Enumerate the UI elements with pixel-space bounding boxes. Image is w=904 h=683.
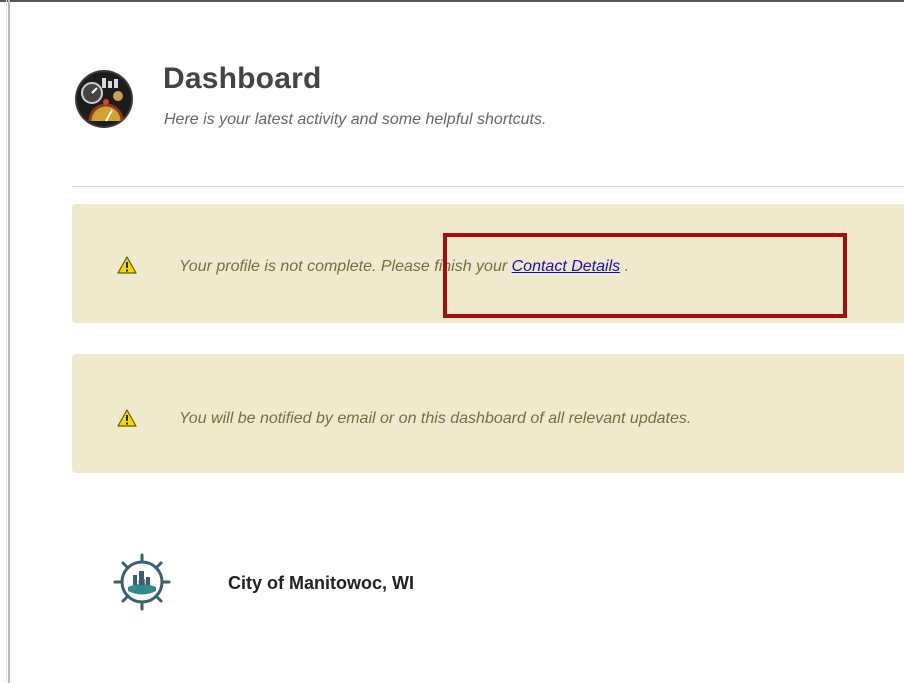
annotation-highlight-box xyxy=(443,233,847,318)
dashboard-gauge-icon xyxy=(72,66,136,132)
notification-info-alert: You will be notified by email or on this… xyxy=(72,354,904,473)
window-top-border xyxy=(0,0,904,2)
header-divider xyxy=(72,186,904,187)
warning-icon xyxy=(117,256,137,274)
window-left-border xyxy=(8,0,10,683)
notification-alert-text: You will be notified by email or on this… xyxy=(179,410,692,427)
window-left-edge xyxy=(6,0,7,683)
warning-icon xyxy=(117,409,137,427)
page-subtitle: Here is your latest activity and some he… xyxy=(164,111,547,128)
page-title: Dashboard xyxy=(163,62,322,95)
city-seal-icon xyxy=(111,551,173,613)
organization-name: City of Manitowoc, WI xyxy=(228,573,414,593)
